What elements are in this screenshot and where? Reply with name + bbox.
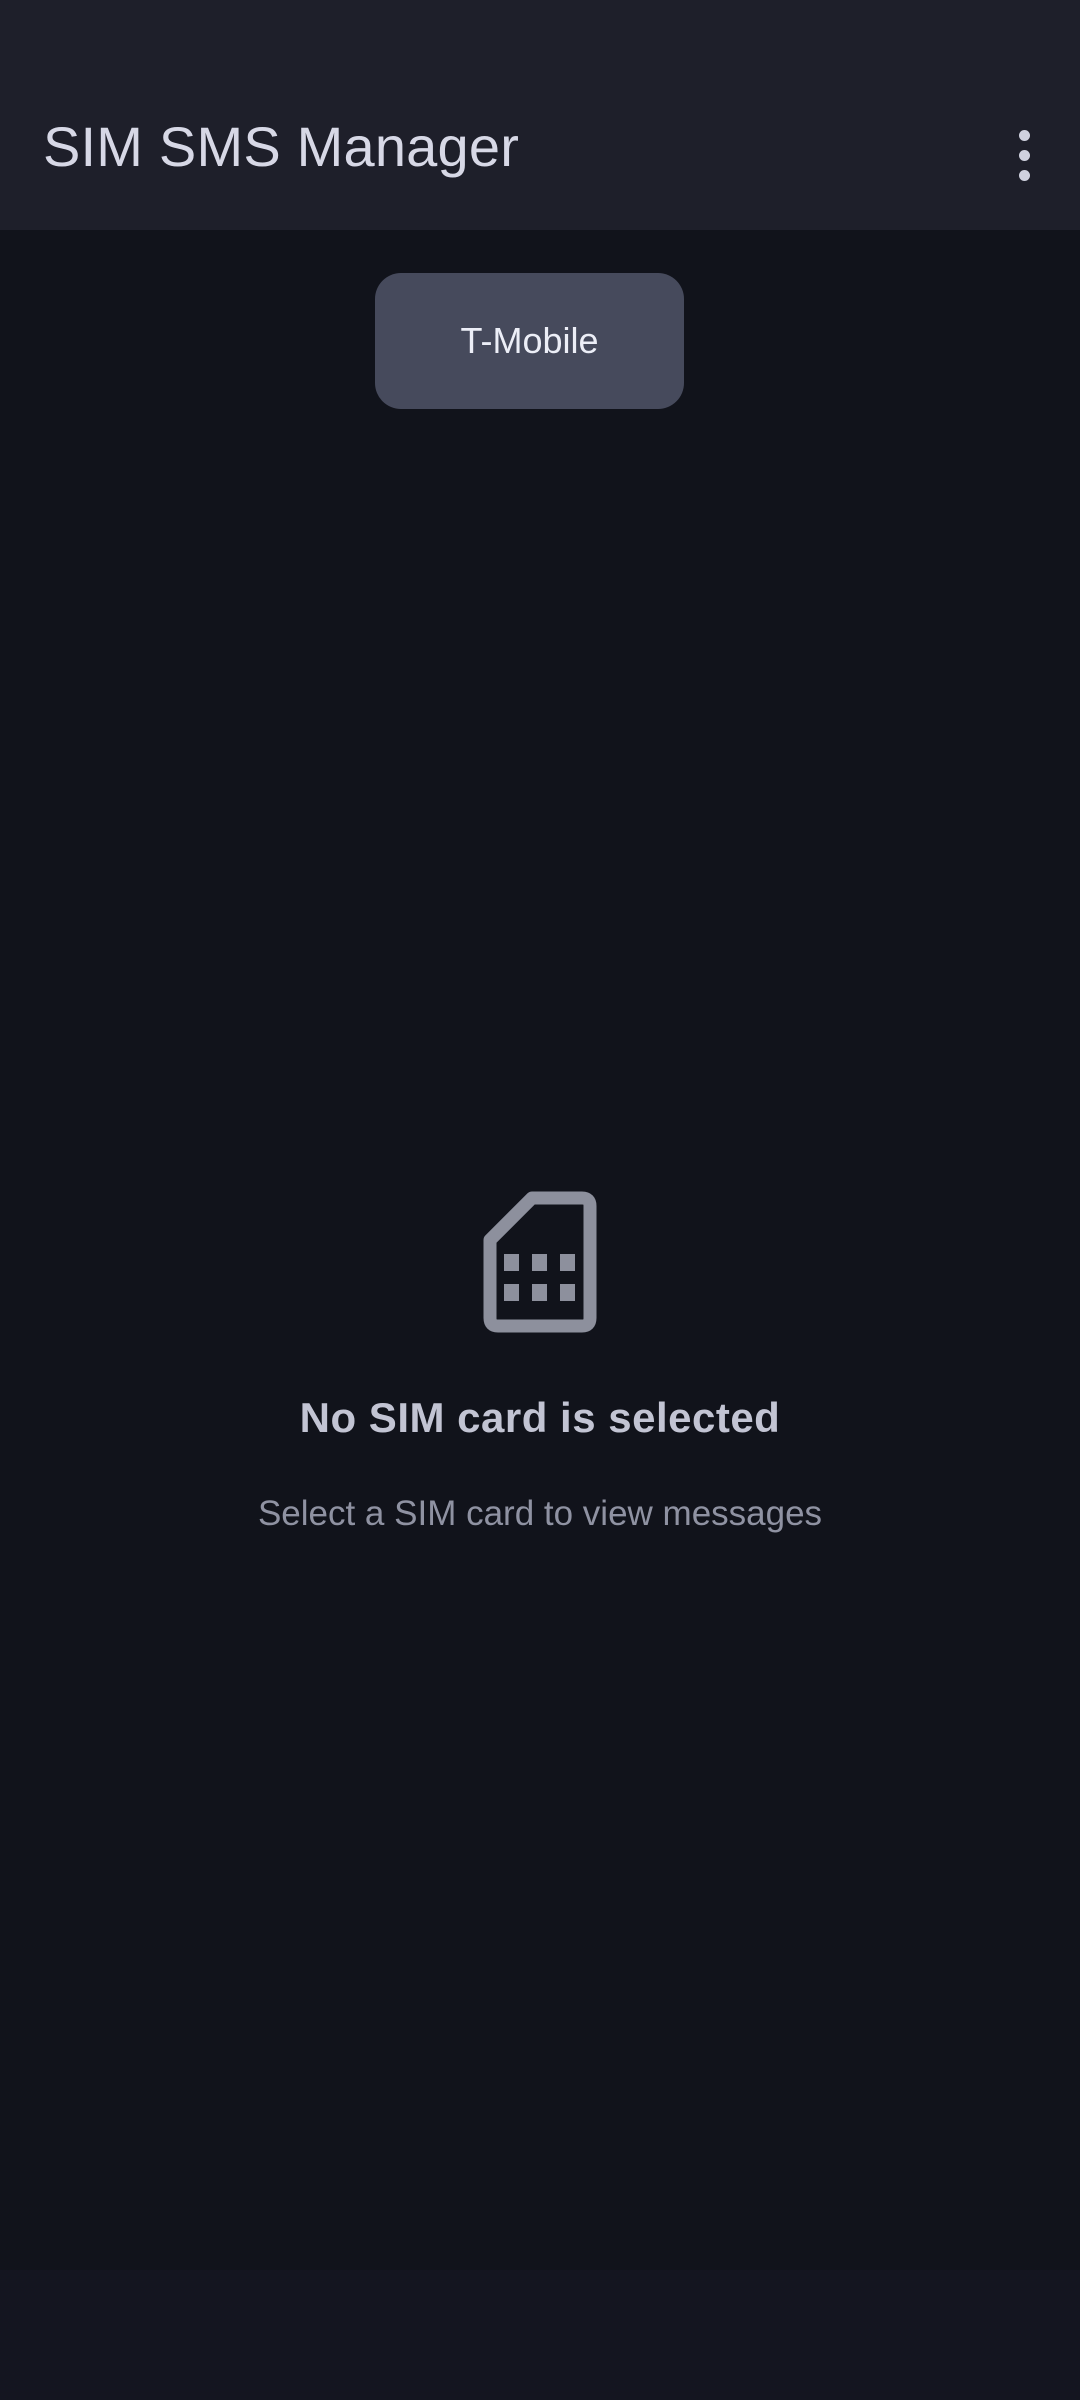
sim-chip-label: T-Mobile bbox=[460, 320, 599, 361]
empty-state-title: No SIM card is selected bbox=[299, 1394, 781, 1441]
navigation-bar bbox=[0, 2270, 1080, 2400]
empty-state: No SIM card is selected Select a SIM car… bbox=[0, 1190, 1080, 1534]
more-vert-icon-dot-2 bbox=[1018, 149, 1030, 161]
more-vert-icon-dot-3 bbox=[1018, 169, 1030, 181]
screen: SIM SMS Manager T-Mobile No SIM card is … bbox=[0, 0, 1080, 2400]
app-bar: SIM SMS Manager bbox=[0, 80, 1080, 230]
empty-state-subtitle: Select a SIM card to view messages bbox=[257, 1494, 823, 1533]
sim-card-icon bbox=[483, 1191, 597, 1333]
sim-chip-t-mobile[interactable]: T-Mobile bbox=[375, 273, 684, 409]
more-options-button[interactable] bbox=[994, 117, 1054, 193]
app-title: SIM SMS Manager bbox=[43, 115, 520, 178]
status-bar bbox=[0, 0, 1080, 80]
more-vert-icon bbox=[1018, 129, 1030, 141]
